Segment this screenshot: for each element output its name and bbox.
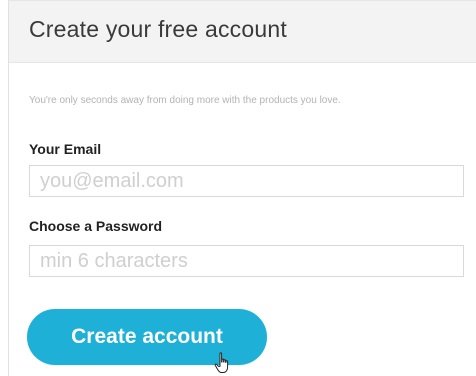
signup-card: Create your free account You're only sec… — [8, 0, 476, 376]
page-title: Create your free account — [29, 16, 287, 42]
signup-header: Create your free account — [9, 1, 476, 63]
signup-subtitle: You're only seconds away from doing more… — [29, 95, 341, 106]
password-label: Choose a Password — [29, 218, 163, 234]
password-field[interactable] — [29, 245, 464, 277]
email-label: Your Email — [29, 141, 102, 157]
email-field[interactable] — [29, 165, 464, 197]
create-account-button[interactable]: Create account — [27, 309, 267, 365]
